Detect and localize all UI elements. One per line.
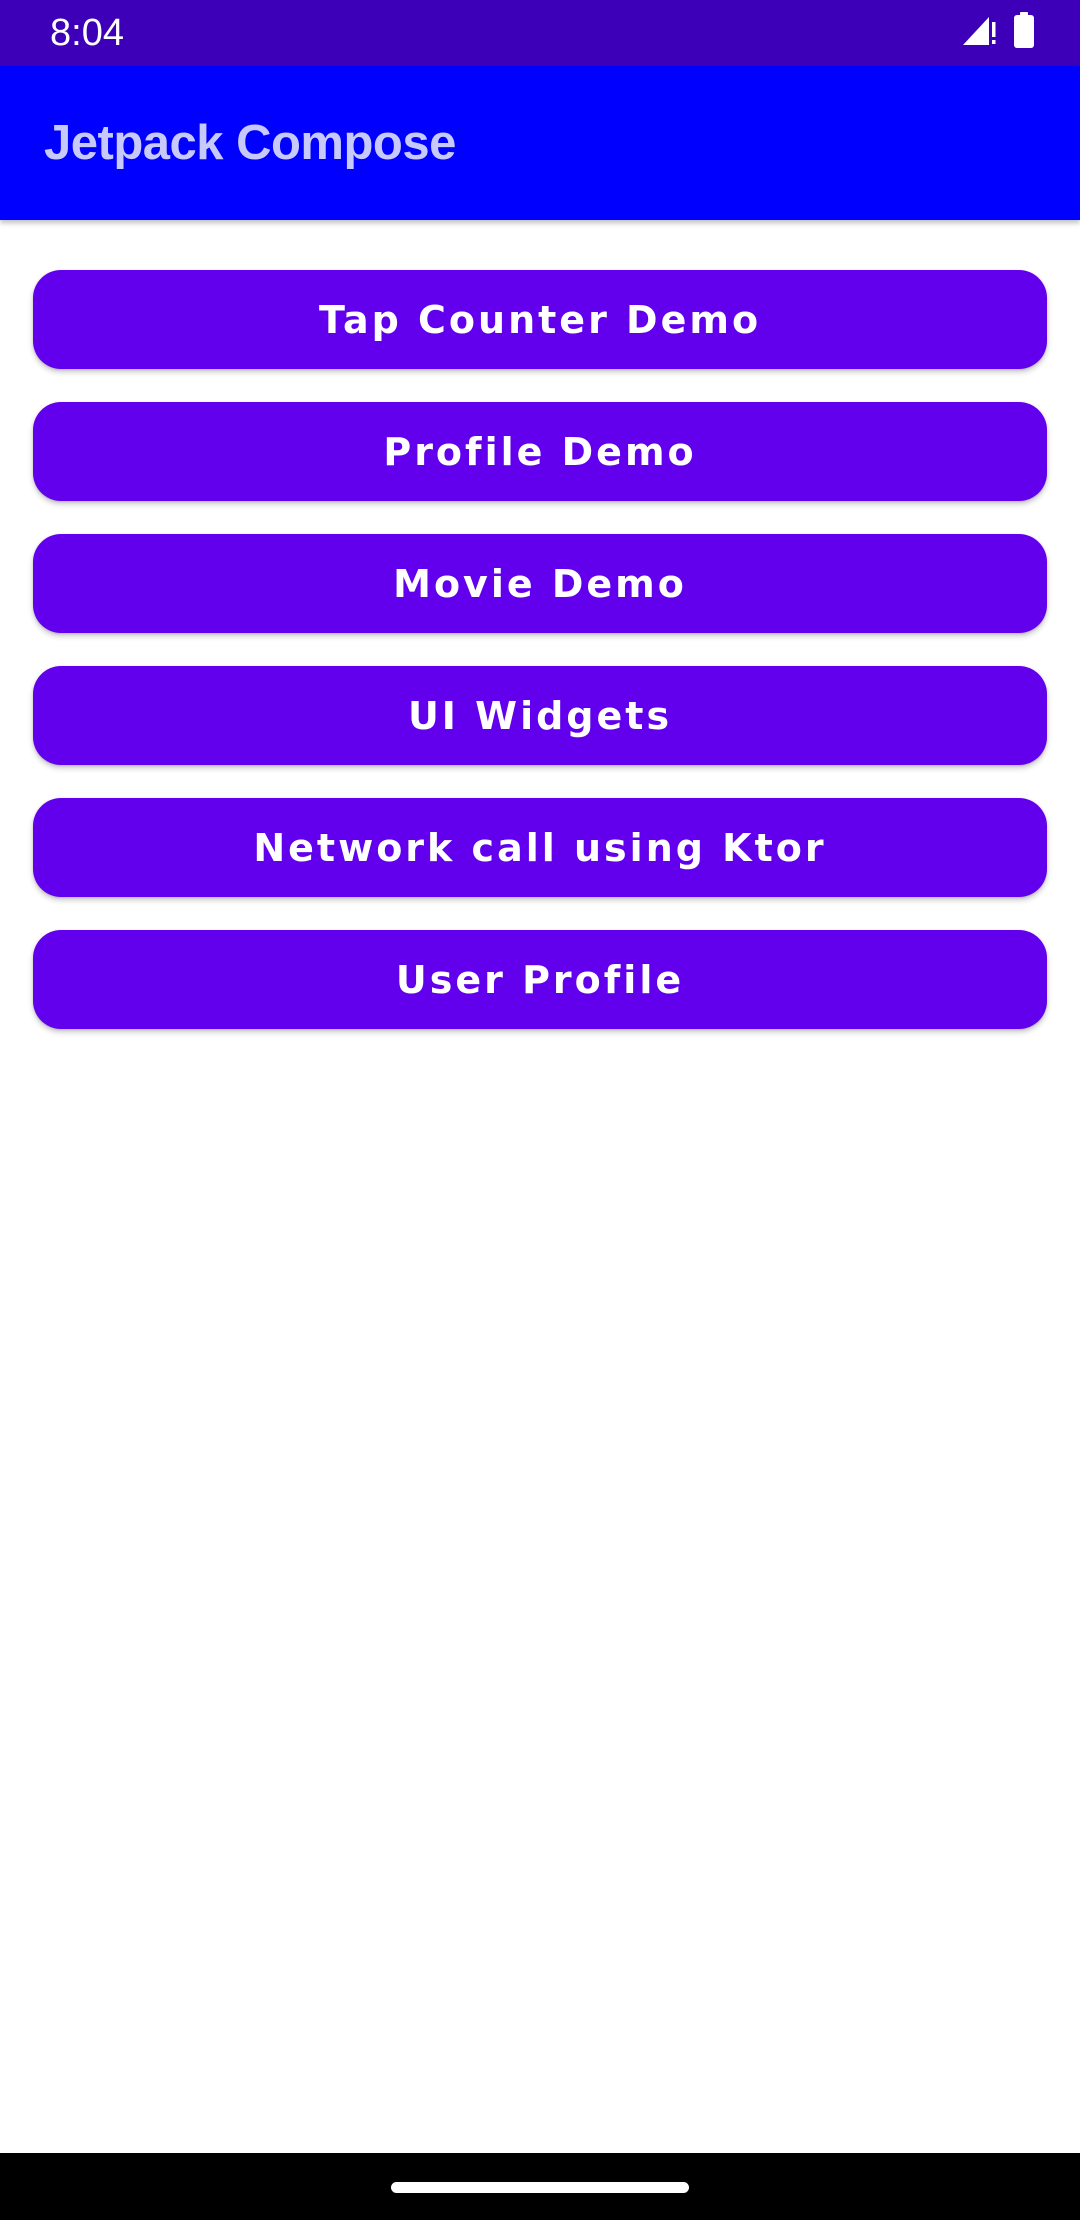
home-handle[interactable]	[391, 2182, 689, 2193]
movie-demo-button[interactable]: Movie Demo	[33, 534, 1047, 633]
signal-icon	[961, 13, 999, 52]
ui-widgets-button[interactable]: UI Widgets	[33, 666, 1047, 765]
menu-list: Tap Counter Demo Profile Demo Movie Demo…	[33, 270, 1047, 1062]
tap-counter-demo-button[interactable]: Tap Counter Demo	[33, 270, 1047, 369]
app-title: Jetpack Compose	[44, 116, 456, 170]
button-label: Tap Counter Demo	[318, 297, 762, 342]
button-label: Profile Demo	[383, 429, 697, 474]
button-label: User Profile	[395, 957, 685, 1002]
button-label: UI Widgets	[407, 693, 673, 738]
user-profile-button[interactable]: User Profile	[33, 930, 1047, 1029]
button-label: Movie Demo	[393, 561, 687, 606]
profile-demo-button[interactable]: Profile Demo	[33, 402, 1047, 501]
navigation-bar	[0, 2153, 1080, 2220]
status-icons	[961, 11, 1035, 53]
status-bar: 8:04	[0, 0, 1080, 66]
status-time: 8:04	[50, 12, 124, 54]
app-bar: Jetpack Compose	[0, 66, 1080, 220]
battery-icon	[1013, 11, 1035, 53]
button-label: Network call using Ktor	[253, 825, 827, 870]
network-call-ktor-button[interactable]: Network call using Ktor	[33, 798, 1047, 897]
